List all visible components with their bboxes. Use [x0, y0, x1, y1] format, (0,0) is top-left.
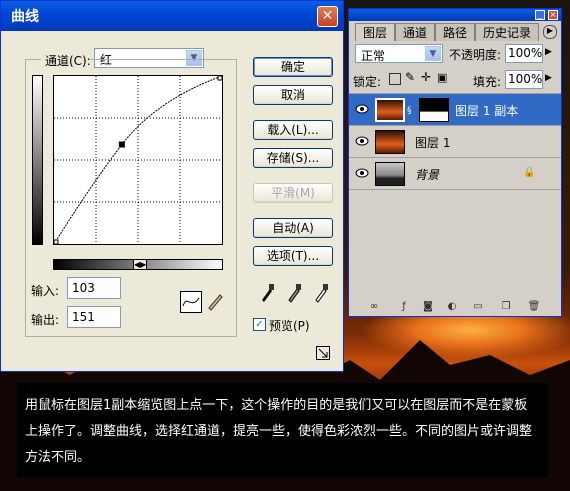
add-mask-icon[interactable]: ◙ [421, 300, 435, 314]
input-field[interactable]: 103 [67, 277, 121, 299]
options-button[interactable]: 选项(T)... [253, 246, 333, 266]
blend-mode-select[interactable]: 正常 ▼ [355, 44, 443, 63]
dialog-titlebar[interactable]: 曲线 [1, 1, 343, 31]
layer-name: 图层 1 副本 [455, 104, 519, 118]
layers-empty-area [349, 189, 561, 294]
curve-tool-icon[interactable] [180, 291, 202, 313]
layer-row[interactable]: 图层 1 [349, 125, 561, 157]
black-eyedropper-icon[interactable] [259, 283, 275, 303]
lock-label: 锁定: [353, 75, 382, 89]
curve-start-point[interactable] [53, 239, 59, 245]
curves-dialog: 曲线 ✕ 通道(C): 红 ▼ 通道(C): ◀▶ 输入: 103 输出: 15… [0, 0, 344, 372]
fill-arrow-icon[interactable]: ▶ [545, 73, 552, 83]
gray-eyedropper-icon[interactable] [286, 283, 302, 303]
layer-thumbnail[interactable] [375, 130, 405, 154]
panel-titlebar[interactable]: _ × [349, 9, 561, 21]
lock-icon: 🔒 [523, 167, 536, 178]
close-button[interactable]: ✕ [317, 6, 338, 27]
opacity-label: 不透明度: [449, 48, 502, 62]
auto-button[interactable]: 自动(A) [253, 218, 333, 238]
layer-thumbnail[interactable] [375, 162, 405, 186]
layers-panel: _ × 图层 通道 路径 历史记录 ▶ 正常 ▼ 不透明度: 100% ▶ 锁定… [348, 8, 562, 317]
output-field[interactable]: 151 [67, 306, 121, 328]
opacity-field[interactable]: 100% [505, 44, 543, 63]
white-eyedropper-icon[interactable] [313, 283, 329, 303]
fill-label: 填充: [473, 75, 502, 89]
layer-name: 图层 1 [415, 136, 451, 150]
fill-field[interactable]: 100% [505, 70, 543, 89]
pencil-icon[interactable] [205, 291, 227, 313]
caption-text: 用鼠标在图层1副本缩览图上点一下，这个操作的目的是我们又可以在图层而不是在蒙板上… [17, 383, 548, 478]
eye-icon[interactable] [355, 104, 369, 114]
layer-row[interactable]: § 图层 1 副本 [349, 93, 561, 125]
link-layers-icon[interactable]: ∞ [367, 300, 381, 314]
input-label: 输入: [31, 284, 60, 298]
eye-icon[interactable] [355, 136, 369, 146]
lock-all-icon[interactable]: ▣ [437, 71, 447, 84]
layer-thumbnail[interactable] [375, 98, 405, 122]
expand-icon[interactable] [316, 346, 330, 360]
dialog-title: 曲线 [11, 9, 39, 25]
ok-button[interactable]: 确定 [253, 57, 333, 77]
new-layer-icon[interactable]: ❐ [499, 300, 513, 314]
tab-paths[interactable]: 路径 [435, 23, 475, 41]
opacity-arrow-icon[interactable]: ▶ [545, 47, 552, 57]
trash-icon[interactable]: 🗑 [527, 300, 541, 314]
lock-brush-icon[interactable]: ✎ [405, 70, 415, 84]
output-gradient-bar [32, 75, 43, 245]
eye-icon[interactable] [355, 168, 369, 178]
curve-graph[interactable] [53, 75, 223, 245]
lock-transparency-icon[interactable] [389, 73, 401, 85]
curve-svg [53, 75, 223, 245]
layer-style-icon[interactable]: ƒ [397, 300, 411, 314]
blend-mode-value: 正常 [361, 49, 386, 63]
cancel-button[interactable]: 取消 [253, 85, 333, 105]
layer-mask-thumbnail[interactable] [419, 98, 449, 122]
panel-menu-icon[interactable]: ▶ [543, 25, 557, 39]
lock-move-icon[interactable]: ✛ [421, 70, 431, 84]
layer-row[interactable]: 背景 🔒 [349, 157, 561, 189]
gradient-toggle-icon[interactable]: ◀▶ [133, 259, 147, 270]
chevron-down-icon: ▼ [425, 46, 441, 61]
layer-name: 背景 [415, 168, 440, 182]
minimize-icon[interactable]: _ [535, 10, 545, 20]
curve-end-point[interactable] [217, 75, 223, 81]
tab-layers[interactable]: 图层 [355, 23, 395, 41]
curve-control-point[interactable] [118, 141, 125, 148]
output-label: 输出: [31, 313, 60, 327]
load-button[interactable]: 载入(L)... [253, 120, 333, 140]
close-icon[interactable]: × [548, 10, 558, 20]
smooth-button[interactable]: 平滑(M) [253, 183, 333, 203]
link-icon[interactable]: § [407, 106, 412, 116]
tab-history[interactable]: 历史记录 [475, 23, 539, 41]
save-button[interactable]: 存储(S)... [253, 148, 333, 168]
preview-checkbox[interactable]: ✓ [253, 318, 266, 331]
new-group-icon[interactable]: ▭ [471, 300, 485, 314]
channel-label-text: 通道(C): [45, 54, 91, 68]
preview-label: 预览(P) [269, 319, 310, 333]
tab-channels[interactable]: 通道 [395, 23, 435, 41]
adjustment-layer-icon[interactable]: ◐ [445, 300, 459, 314]
